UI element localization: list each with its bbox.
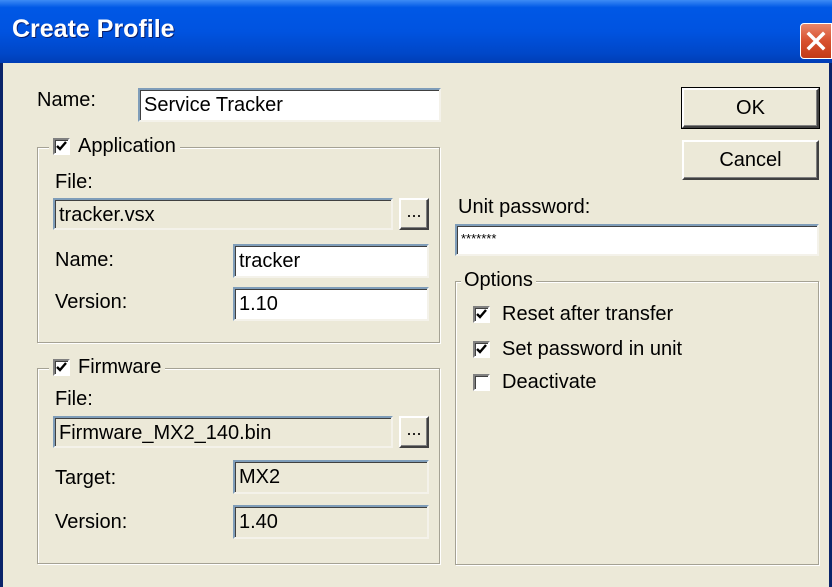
unit-password-label: Unit password: bbox=[458, 196, 591, 218]
application-file-label: File: bbox=[55, 171, 93, 193]
application-legend: Application bbox=[49, 135, 180, 158]
option-set-password-in-unit[interactable]: Set password in unit bbox=[473, 338, 682, 361]
checkmark-icon bbox=[56, 141, 67, 151]
options-legend: Options bbox=[461, 269, 536, 292]
profile-name-input[interactable]: Service Tracker bbox=[138, 88, 441, 122]
reset-after-transfer-label: Reset after transfer bbox=[502, 303, 674, 325]
application-checkbox[interactable] bbox=[53, 138, 70, 155]
profile-name-label: Name: bbox=[37, 89, 96, 111]
deactivate-checkbox[interactable] bbox=[473, 374, 490, 391]
firmware-version-label: Version: bbox=[55, 511, 128, 533]
application-legend-label: Application bbox=[78, 135, 176, 157]
close-button[interactable] bbox=[800, 23, 832, 59]
set-password-in-unit-label: Set password in unit bbox=[502, 338, 683, 360]
application-version-input[interactable]: 1.10 bbox=[233, 287, 429, 321]
cancel-button[interactable]: Cancel bbox=[682, 140, 819, 180]
firmware-file-field: Firmware_MX2_140.bin bbox=[53, 416, 393, 448]
firmware-version-field: 1.40 bbox=[233, 505, 429, 539]
firmware-target-label: Target: bbox=[55, 467, 117, 489]
firmware-legend-label: Firmware bbox=[78, 356, 162, 378]
close-icon bbox=[806, 31, 826, 51]
option-reset-after-transfer[interactable]: Reset after transfer bbox=[473, 303, 673, 326]
option-deactivate[interactable]: Deactivate bbox=[473, 371, 597, 394]
checkmark-icon bbox=[56, 362, 67, 372]
set-password-in-unit-checkbox[interactable] bbox=[473, 341, 490, 358]
create-profile-dialog: Create Profile Name: Service Tracker OK … bbox=[0, 0, 832, 587]
application-browse-button[interactable]: ... bbox=[399, 198, 429, 230]
application-version-label: Version: bbox=[55, 291, 128, 313]
ok-button[interactable]: OK bbox=[681, 87, 820, 129]
application-file-field: tracker.vsx bbox=[53, 198, 393, 230]
firmware-target-field: MX2 bbox=[233, 460, 429, 494]
window-title: Create Profile bbox=[12, 15, 175, 43]
checkmark-icon bbox=[476, 344, 487, 354]
firmware-browse-button[interactable]: ... bbox=[399, 416, 429, 448]
firmware-file-label: File: bbox=[55, 388, 93, 410]
firmware-checkbox[interactable] bbox=[53, 359, 70, 376]
unit-password-input[interactable]: ******* bbox=[455, 224, 819, 256]
application-name-label: Name: bbox=[55, 249, 114, 271]
deactivate-label: Deactivate bbox=[502, 371, 597, 393]
application-name-input[interactable]: tracker bbox=[233, 244, 429, 278]
reset-after-transfer-checkbox[interactable] bbox=[473, 306, 490, 323]
title-bar[interactable]: Create Profile bbox=[0, 0, 832, 63]
firmware-legend: Firmware bbox=[49, 356, 166, 379]
checkmark-icon bbox=[476, 309, 487, 319]
